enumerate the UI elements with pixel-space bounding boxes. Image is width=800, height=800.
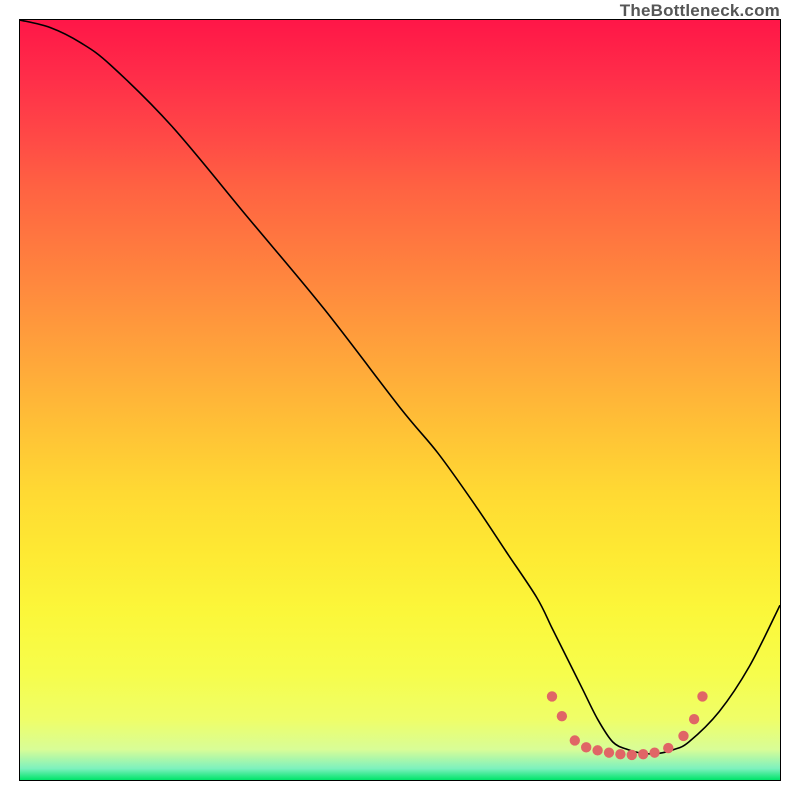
data-marker <box>570 735 580 745</box>
data-marker <box>581 742 591 752</box>
data-marker <box>615 749 625 759</box>
data-marker <box>627 750 637 760</box>
data-marker <box>649 747 659 757</box>
chart-container: TheBottleneck.com <box>0 0 800 800</box>
data-marker <box>604 747 614 757</box>
data-marker <box>678 731 688 741</box>
data-marker <box>638 749 648 759</box>
data-marker <box>663 743 673 753</box>
data-marker <box>689 714 699 724</box>
data-marker <box>547 691 557 701</box>
data-marker <box>592 745 602 755</box>
data-marker <box>557 711 567 721</box>
bottleneck-curve <box>20 20 780 754</box>
data-marker <box>697 691 707 701</box>
watermark-text: TheBottleneck.com <box>620 1 780 21</box>
plot-area <box>19 19 781 781</box>
chart-svg <box>20 20 780 780</box>
